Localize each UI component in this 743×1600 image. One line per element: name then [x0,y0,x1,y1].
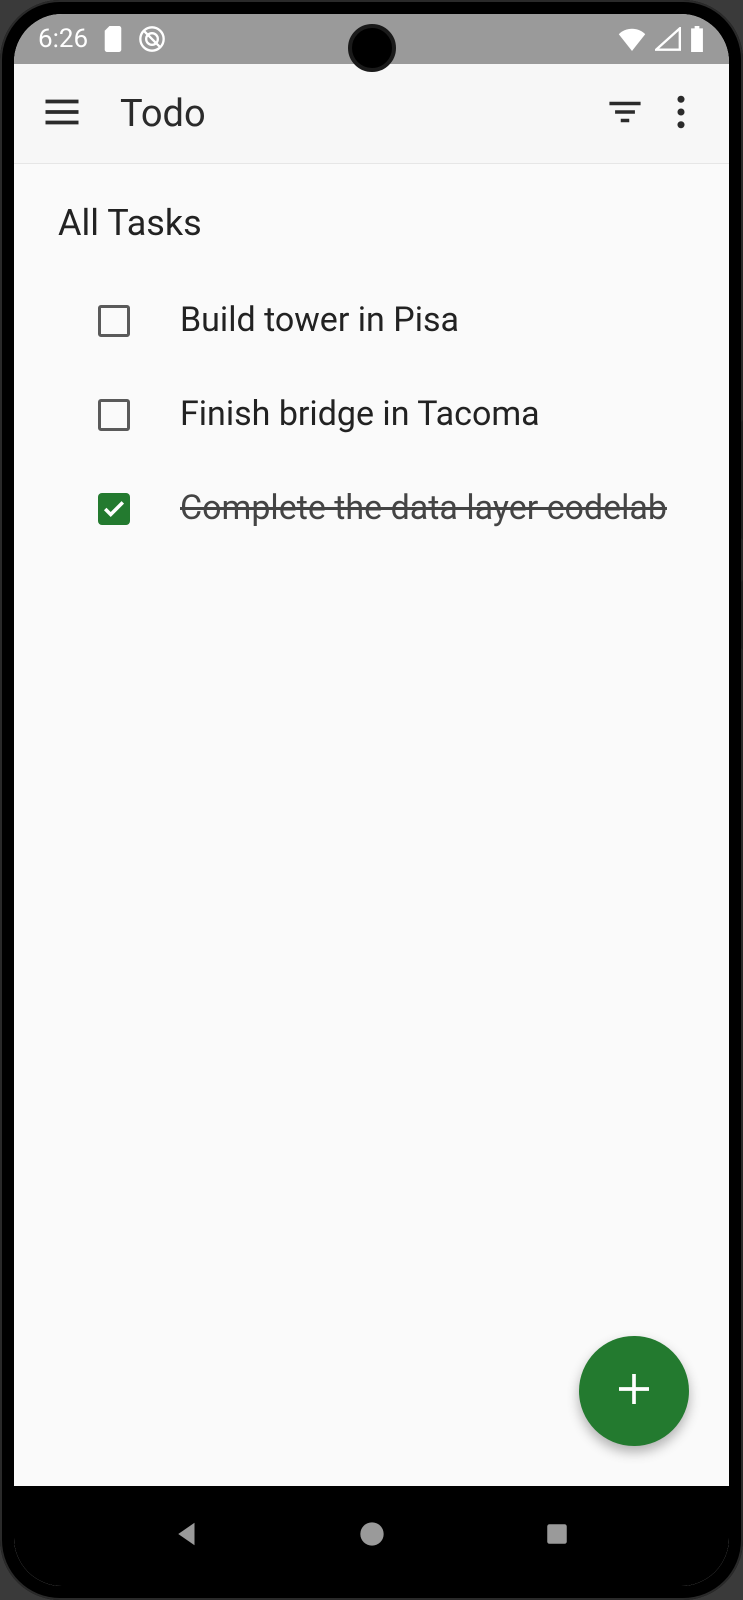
task-row[interactable]: Build tower in Pisa [14,274,729,368]
back-triangle-icon [172,1519,202,1553]
app-bar: Todo [14,64,729,164]
more-vert-icon [676,95,686,133]
app-title: Todo [120,92,597,136]
camera-punch [348,24,396,72]
home-circle-icon [358,1520,386,1552]
status-time: 6:26 [38,24,88,54]
do-not-disturb-icon [138,25,166,53]
checkbox-checked-icon [98,493,130,525]
screen: 6:26 [14,14,729,1586]
nav-home-button[interactable] [342,1506,402,1566]
task-row[interactable]: Complete the data layer codelab [14,462,729,556]
battery-icon [689,26,705,52]
task-label: Build tower in Pisa [180,298,459,344]
wifi-icon [617,27,647,51]
navigation-bar [14,1486,729,1586]
content-area: All Tasks Build tower in Pisa Finish bri… [14,164,729,1486]
sd-card-icon [102,26,124,52]
menu-button[interactable] [34,86,90,142]
hamburger-icon [44,98,80,130]
task-label: Complete the data layer codelab [180,486,667,532]
filter-icon [608,100,642,128]
recent-square-icon [544,1521,570,1551]
task-checkbox[interactable] [96,491,132,527]
task-label: Finish bridge in Tacoma [180,392,540,438]
cellular-icon [655,27,681,51]
add-task-fab[interactable] [579,1336,689,1446]
more-button[interactable] [653,86,709,142]
checkbox-unchecked-icon [98,305,130,337]
nav-back-button[interactable] [157,1506,217,1566]
task-row[interactable]: Finish bridge in Tacoma [14,368,729,462]
nav-recent-button[interactable] [527,1506,587,1566]
filter-button[interactable] [597,86,653,142]
plus-icon [614,1369,654,1413]
device-frame: 6:26 [0,0,743,1600]
section-title: All Tasks [14,194,729,274]
checkbox-unchecked-icon [98,399,130,431]
task-checkbox[interactable] [96,303,132,339]
task-checkbox[interactable] [96,397,132,433]
